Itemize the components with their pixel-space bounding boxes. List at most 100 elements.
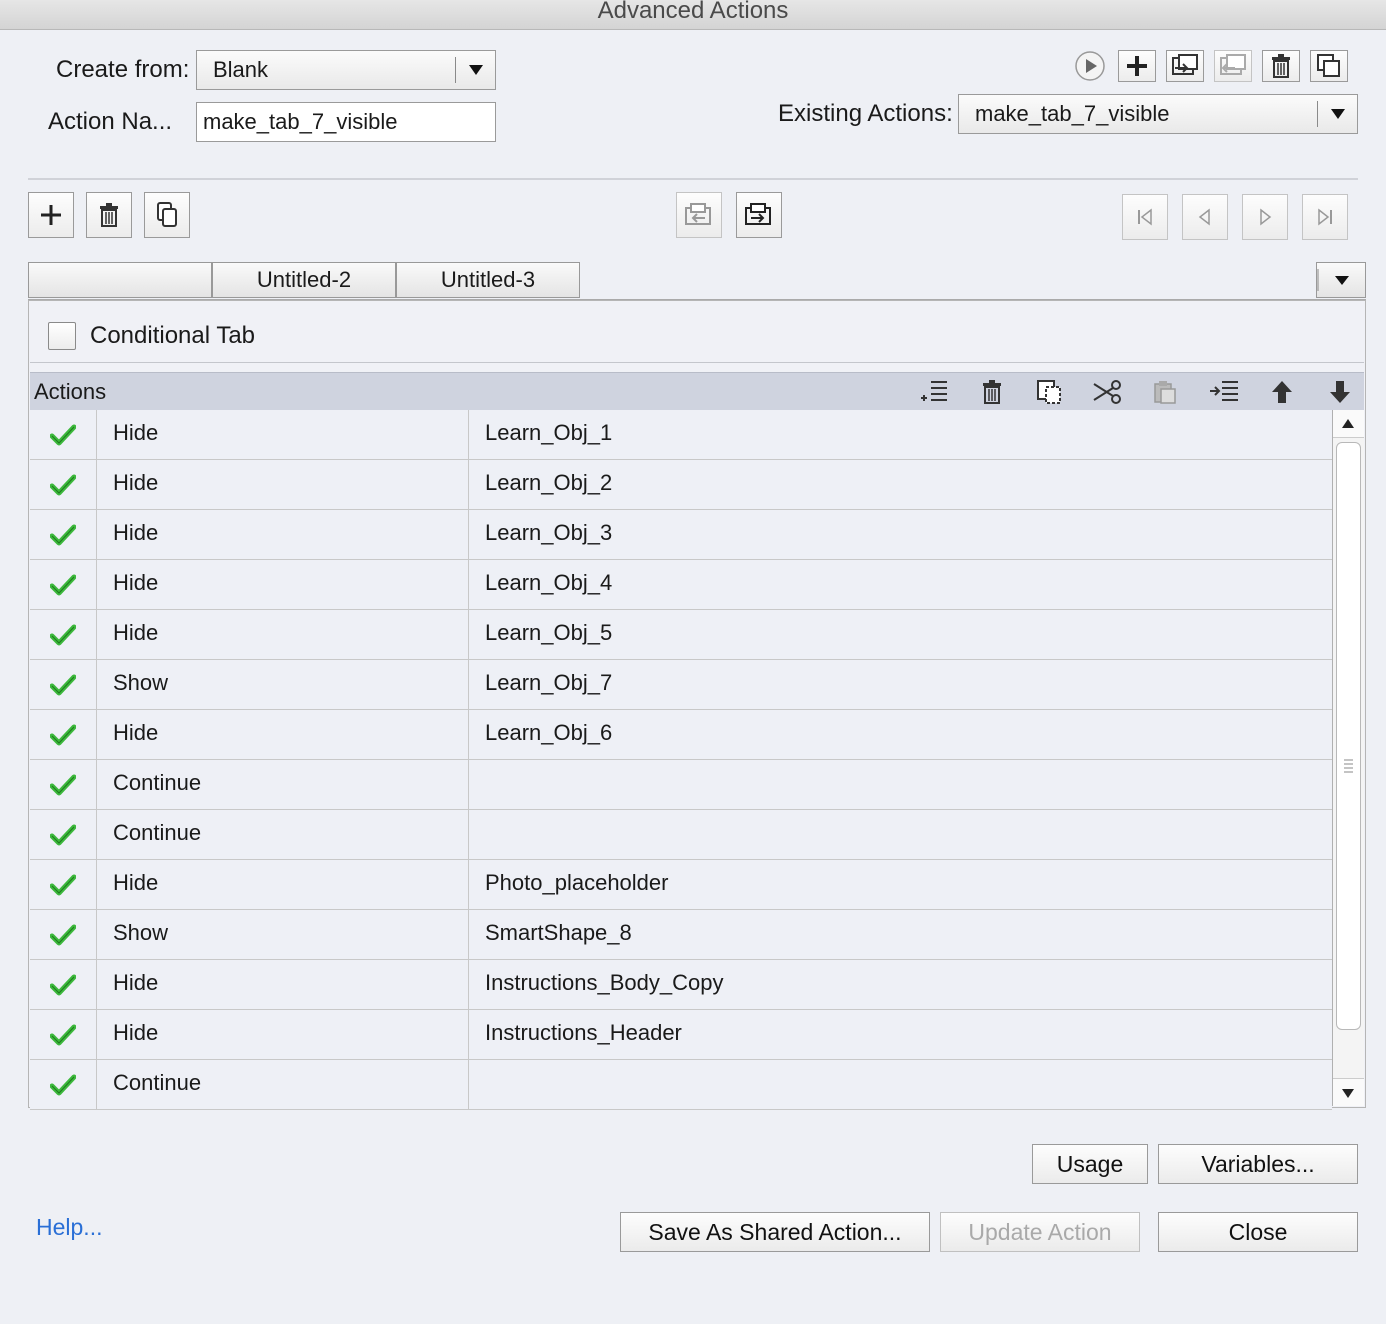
move-up-icon[interactable] (1266, 377, 1298, 407)
next-icon (1260, 208, 1272, 226)
action-target[interactable] (469, 810, 1332, 860)
action-verb[interactable]: Hide (97, 960, 469, 1010)
copy-icon[interactable] (1034, 377, 1066, 407)
conditional-tab-checkbox[interactable] (48, 322, 76, 350)
action-verb[interactable]: Hide (97, 410, 469, 460)
action-target[interactable]: Learn_Obj_4 (469, 560, 1332, 610)
action-verb[interactable]: Hide (97, 510, 469, 560)
action-target[interactable]: Learn_Obj_2 (469, 460, 1332, 510)
previous-tab-button[interactable] (1182, 194, 1228, 240)
valid-check-icon (30, 610, 97, 660)
skip-first-icon (1138, 208, 1152, 226)
action-target[interactable]: Learn_Obj_3 (469, 510, 1332, 560)
valid-check-icon (30, 410, 97, 460)
table-row[interactable]: Hide Learn_Obj_1 (30, 410, 1332, 460)
usage-button[interactable]: Usage (1032, 1144, 1148, 1184)
action-verb[interactable]: Continue (97, 760, 469, 810)
close-button[interactable]: Close (1158, 1212, 1358, 1252)
last-tab-button[interactable] (1302, 194, 1348, 240)
table-row[interactable]: Hide Learn_Obj_3 (30, 510, 1332, 560)
table-row[interactable]: Continue (30, 810, 1332, 860)
action-target[interactable]: Learn_Obj_1 (469, 410, 1332, 460)
action-name-input[interactable]: make_tab_7_visible (196, 102, 496, 142)
duplicate-decision-button[interactable] (144, 192, 190, 238)
move-down-icon[interactable] (1324, 377, 1356, 407)
tab-untitled-3[interactable]: Untitled-3 (396, 262, 580, 298)
save-as-shared-action-button[interactable]: Save As Shared Action... (620, 1212, 930, 1252)
tab-untitled-2[interactable]: Untitled-2 (212, 262, 396, 298)
table-row[interactable]: Continue (30, 760, 1332, 810)
table-row[interactable]: Hide Learn_Obj_6 (30, 710, 1332, 760)
create-from-dropdown[interactable]: Blank (196, 50, 496, 90)
variables-button[interactable]: Variables... (1158, 1144, 1358, 1184)
action-verb[interactable]: Hide (97, 560, 469, 610)
plus-icon (41, 205, 61, 225)
table-row[interactable]: Continue (30, 1060, 1332, 1110)
insert-row-icon[interactable] (918, 377, 950, 407)
valid-check-icon (30, 710, 97, 760)
preview-play-icon[interactable] (1074, 50, 1106, 82)
chevron-down-icon (1317, 269, 1349, 291)
valid-check-icon (30, 960, 97, 1010)
scroll-down-arrow[interactable] (1333, 1078, 1364, 1106)
first-tab-button[interactable] (1122, 194, 1168, 240)
action-verb[interactable]: Hide (97, 1010, 469, 1060)
scroll-thumb[interactable] (1336, 442, 1361, 1030)
paste-icon[interactable] (1150, 377, 1182, 407)
action-target[interactable]: Learn_Obj_5 (469, 610, 1332, 660)
table-row[interactable]: Show Learn_Obj_7 (30, 660, 1332, 710)
table-row[interactable]: Hide Learn_Obj_2 (30, 460, 1332, 510)
table-row[interactable]: Hide Instructions_Body_Copy (30, 960, 1332, 1010)
export-icon (1220, 54, 1246, 75)
action-name-label: Action Na... (48, 108, 173, 135)
action-verb[interactable]: Hide (97, 610, 469, 660)
copy-icon (157, 202, 177, 227)
action-verb[interactable]: Continue (97, 810, 469, 860)
action-verb[interactable]: Continue (97, 1060, 469, 1110)
action-target[interactable] (469, 760, 1332, 810)
action-verb[interactable]: Show (97, 660, 469, 710)
actions-scrollbar[interactable] (1332, 410, 1364, 1106)
delete-decision-button[interactable] (86, 192, 132, 238)
table-row[interactable]: Hide Instructions_Header (30, 1010, 1332, 1060)
table-row[interactable]: Show SmartShape_8 (30, 910, 1332, 960)
decision-tabs: Untitled-2 Untitled-3 (28, 262, 1366, 300)
actions-toolbar: Actions (30, 372, 1364, 410)
action-target[interactable]: SmartShape_8 (469, 910, 1332, 960)
export-action-button[interactable] (1214, 50, 1252, 82)
import-action-button[interactable] (1166, 50, 1204, 82)
tab-1[interactable] (28, 262, 212, 298)
action-target[interactable]: Learn_Obj_7 (469, 660, 1332, 710)
duplicate-action-button[interactable] (1310, 50, 1348, 82)
action-verb[interactable]: Hide (97, 460, 469, 510)
add-action-button[interactable] (1118, 50, 1156, 82)
next-tab-button[interactable] (1242, 194, 1288, 240)
trash-icon[interactable] (976, 377, 1008, 407)
action-target[interactable]: Instructions_Body_Copy (469, 960, 1332, 1010)
action-target[interactable]: Photo_placeholder (469, 860, 1332, 910)
delete-action-button[interactable] (1262, 50, 1300, 82)
insert-before-icon[interactable] (1208, 377, 1240, 407)
add-decision-button[interactable] (28, 192, 74, 238)
scroll-up-arrow[interactable] (1333, 410, 1364, 438)
existing-actions-dropdown[interactable]: make_tab_7_visible (958, 94, 1358, 134)
action-verb[interactable]: Hide (97, 710, 469, 760)
help-link[interactable]: Help... (36, 1214, 102, 1241)
action-target[interactable]: Instructions_Header (469, 1010, 1332, 1060)
action-verb[interactable]: Hide (97, 860, 469, 910)
import-decision-button[interactable] (736, 192, 782, 238)
update-action-button[interactable]: Update Action (940, 1212, 1140, 1252)
valid-check-icon (30, 460, 97, 510)
action-target[interactable] (469, 1060, 1332, 1110)
table-row[interactable]: Hide Learn_Obj_4 (30, 560, 1332, 610)
valid-check-icon (30, 1060, 97, 1110)
action-verb[interactable]: Show (97, 910, 469, 960)
action-target[interactable]: Learn_Obj_6 (469, 710, 1332, 760)
table-row[interactable]: Hide Learn_Obj_5 (30, 610, 1332, 660)
trash-icon (1272, 54, 1290, 78)
scissors-icon[interactable] (1092, 377, 1124, 407)
table-row[interactable]: Hide Photo_placeholder (30, 860, 1332, 910)
export-decision-button[interactable] (676, 192, 722, 238)
tabs-dropdown[interactable] (1316, 262, 1366, 298)
valid-check-icon (30, 660, 97, 710)
